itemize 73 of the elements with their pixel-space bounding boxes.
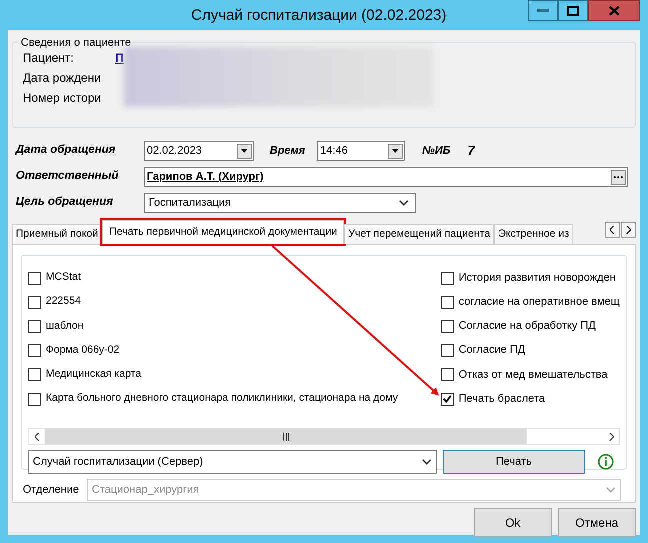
- checkbox-label: согласие на оперативное вмещ: [458, 295, 620, 310]
- checkbox-label: Печать браслета: [458, 392, 546, 407]
- tab[interactable]: Приемный покой: [12, 224, 102, 244]
- chevron-icon: [606, 487, 616, 493]
- time-field[interactable]: 14:46: [317, 141, 406, 161]
- checkbox-label: История развития новорожден: [458, 270, 616, 286]
- checkbox[interactable]: [440, 272, 454, 285]
- date-field[interactable]: 02.02.2023: [144, 141, 254, 161]
- chevron-icon: [422, 459, 432, 465]
- purpose-select[interactable]: Госпитализация: [144, 193, 416, 213]
- maximize-icon: [567, 6, 579, 16]
- cancel-button[interactable]: Отмена: [558, 508, 636, 537]
- checkbox[interactable]: [28, 368, 41, 382]
- scroll-right-button[interactable]: [621, 222, 636, 238]
- horizontal-scrollbar[interactable]: [28, 428, 620, 445]
- browse-button[interactable]: [611, 170, 626, 184]
- chevron-left-icon: [610, 226, 615, 234]
- window-title: Случай госпитализации (02.02.2023): [190, 6, 448, 26]
- patient-link[interactable]: П: [115, 49, 124, 67]
- tab[interactable]: Учет перемещений пациента: [344, 224, 494, 244]
- close-button[interactable]: [588, 0, 640, 21]
- tab[interactable]: Печать первичной медицинской документации: [102, 220, 344, 244]
- responsible-field[interactable]: Гарипов А.Т. (Хирург): [144, 167, 628, 187]
- field-label: Дата рождени: [23, 70, 102, 87]
- checkbox[interactable]: [28, 272, 41, 285]
- dropdown-button[interactable]: [388, 144, 404, 158]
- ok-button[interactable]: Ok: [474, 508, 552, 537]
- close-icon: [608, 6, 620, 16]
- ellipsis-icon: [614, 176, 623, 178]
- field-label: Цель обращения: [15, 195, 114, 210]
- field-label: Ответственный: [15, 169, 120, 184]
- checkbox[interactable]: [440, 344, 454, 358]
- checkbox-label: Отказ от мед вмешательства: [458, 368, 608, 383]
- field-label: Номер истори: [23, 90, 102, 107]
- tab[interactable]: Экстренное из: [494, 224, 574, 244]
- field-label: Отделение: [22, 482, 80, 498]
- arrow-right-icon: [608, 432, 614, 440]
- caret-icon: [241, 149, 248, 153]
- check-icon: [442, 395, 452, 404]
- info-icon: [598, 454, 614, 470]
- field-label: Время: [270, 144, 306, 159]
- ib-number: 7: [468, 142, 475, 160]
- checkbox[interactable]: [28, 296, 41, 309]
- dropdown-button[interactable]: [237, 144, 252, 158]
- checkbox-label: Медицинская карта: [46, 366, 142, 382]
- field-label: Пациент:: [23, 50, 76, 67]
- caret-icon: [392, 149, 400, 153]
- checkbox[interactable]: [440, 320, 454, 333]
- chevron-icon: [399, 200, 409, 206]
- checkbox-label: Форма 066у-02: [46, 342, 120, 358]
- maximize-button[interactable]: [558, 0, 588, 21]
- chevron-right-icon: [626, 226, 631, 234]
- checkbox-label: шаблон: [46, 318, 84, 334]
- print-button[interactable]: Печать: [443, 450, 585, 474]
- arrow-left-icon: [34, 432, 40, 440]
- template-select[interactable]: Случай госпитализации (Сервер): [28, 450, 437, 474]
- checkbox-label: MCStat: [46, 270, 82, 286]
- field-label: Дата обращения: [14, 143, 117, 158]
- grip-icon: [282, 432, 290, 440]
- checkbox-label: 222554: [46, 294, 82, 310]
- checkbox-label: Карта больного дневного стационара поликлиники, стационара на дому: [46, 391, 398, 406]
- scroll-left-button[interactable]: [605, 222, 620, 238]
- field-label: №ИБ: [422, 144, 451, 159]
- group-legend: Сведения о пациенте: [19, 35, 134, 52]
- checkbox[interactable]: [28, 344, 41, 358]
- checkbox-label: Согласие ПД: [458, 343, 526, 358]
- checkbox[interactable]: [28, 392, 41, 406]
- checkbox-label: Согласие на обработку ПД: [458, 319, 596, 334]
- checkbox[interactable]: [440, 392, 454, 406]
- checkbox[interactable]: [440, 296, 454, 309]
- checkbox[interactable]: [440, 368, 454, 382]
- checkbox[interactable]: [28, 320, 41, 333]
- minimize-icon: [537, 8, 549, 12]
